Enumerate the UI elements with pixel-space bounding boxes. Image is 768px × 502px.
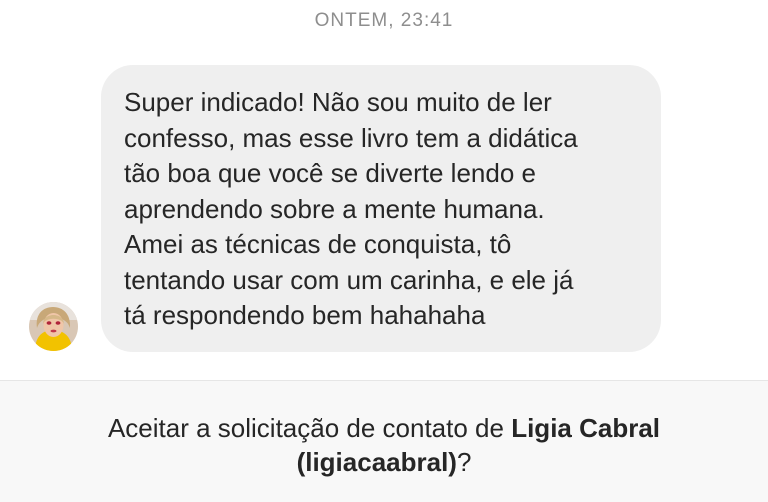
message-line: confesso, mas esse livro tem a didática — [124, 122, 578, 153]
message-line: aprendendo sobre a mente humana. — [124, 193, 545, 224]
message-line: tá respondendo bem hahahaha — [124, 300, 486, 330]
message-bubble[interactable]: Super indicado! Não sou muito de ler con… — [101, 65, 661, 352]
requester-username[interactable]: (ligiacaabral) — [297, 447, 457, 477]
request-question-mark: ? — [456, 447, 472, 477]
sender-avatar[interactable] — [29, 302, 78, 351]
requester-name[interactable]: Ligia Cabral — [511, 413, 660, 443]
message-line: tão boa que você se diverte lendo e — [124, 158, 536, 188]
message-line: tentando usar com um carinha, e ele já — [124, 264, 574, 295]
message-timestamp: ONTEM, 23:41 — [314, 10, 454, 31]
chat-thread: ONTEM, 23:41 Super indicado! Não sou mui… — [0, 0, 768, 380]
user-avatar-icon — [29, 302, 78, 351]
contact-request-banner: Aceitar a solicitação de contato de Ligi… — [0, 380, 768, 502]
message-line: Amei as técnicas de conquista, tô — [124, 229, 512, 259]
message-line: Super indicado! Não sou muito de ler — [124, 87, 552, 117]
request-prompt-text: Aceitar a solicitação de contato de — [107, 413, 512, 443]
